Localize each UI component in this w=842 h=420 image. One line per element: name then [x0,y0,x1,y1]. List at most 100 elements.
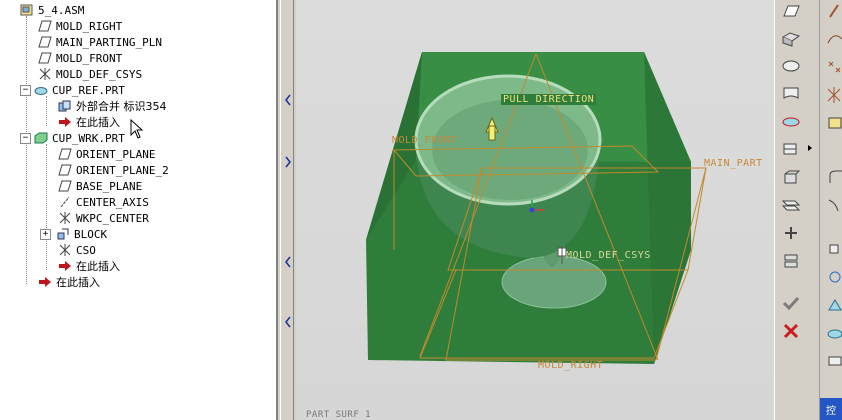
model-tree: 5_4.ASM MOLD_RIGHT MAIN_PARTING_PLN MOLD… [0,0,278,420]
tree-item-cup-ref-prt[interactable]: − CUP_REF.PRT [20,82,125,98]
csys-icon [827,87,841,103]
datum-plane-icon [58,148,72,160]
tree-item-label: CUP_WRK.PRT [52,131,125,145]
collapse-toggle-icon[interactable]: − [20,132,31,144]
skirt-surface-icon [783,87,799,99]
tree-item-label: BASE_PLANE [76,179,143,193]
expand-toggle-icon[interactable]: + [40,228,51,240]
draft-tool-button[interactable] [823,194,842,216]
cancel-button[interactable] [779,320,803,342]
mold-right-label: MOLD_RIGHT [538,360,604,371]
tree-item-label: CENTER_AXIS [76,195,149,209]
tree-item-label: ORIENT_PLANE [76,147,156,161]
coordinate-system-icon [59,244,71,256]
mold-volume-icon [784,170,801,184]
cast-button[interactable] [779,222,803,244]
fill-surface-button[interactable] [779,54,803,76]
tree-item-orient-plane[interactable]: ORIENT_PLANE [58,146,155,162]
datum-plane-icon [58,164,72,176]
tree-item-base-plane[interactable]: BASE_PLANE [58,178,142,194]
cross-icon [783,323,799,339]
collapse-toggle-icon[interactable]: − [20,84,31,96]
tree-item-label: 在此插入 [56,276,100,289]
model-scene [366,52,707,364]
tree-item-orient-plane-2[interactable]: ORIENT_PLANE_2 [58,162,169,178]
patch-tool-button[interactable] [823,350,842,372]
analysis-tool-button[interactable] [823,112,842,134]
mold-open-button[interactable] [779,250,803,272]
coordinate-system-icon [59,212,71,224]
insert-arrow-icon [39,277,51,287]
sketch-icon [829,4,839,18]
feature-tool-button[interactable] [823,294,842,316]
tree-item-root-asm[interactable]: 5_4.ASM [20,2,84,18]
splitter-arrow-left-icon[interactable] [284,94,292,106]
csys-tool-button[interactable] [823,84,842,106]
tree-item-insert-here-2[interactable]: 在此插入 [58,258,120,274]
tree-item-label: WKPC_CENTER [76,211,149,225]
hole-tool-button[interactable] [823,238,842,260]
datum-axis-icon [60,196,70,208]
shell-tool-button[interactable] [823,322,842,344]
graphics-viewport[interactable]: PULL DIRECTION MOLD_FRONT MAIN_PART MOLD… [296,0,774,420]
tree-item-external-merge[interactable]: 外部合并 标识354 [58,98,167,114]
round-tool-button[interactable] [823,166,842,188]
tree-item-cso[interactable]: CSO [58,242,96,258]
tree-item-cup-wrk-prt[interactable]: − CUP_WRK.PRT [20,130,125,146]
insert-arrow-icon [59,117,71,127]
spline-icon [827,35,842,44]
surface-icon [783,5,800,17]
shaded-surface-button[interactable] [779,28,803,50]
circle-tool-button[interactable] [823,266,842,288]
insert-arrow-icon [59,261,71,271]
mold-volume-button[interactable] [779,166,803,188]
tree-item-insert-here-3[interactable]: 在此插入 [38,274,100,290]
bottom-right-button[interactable]: 控 [820,398,842,420]
tree-item-block[interactable]: + BLOCK [40,226,107,242]
datum-plane-icon [38,36,52,48]
tree-item-wkpc-center[interactable]: WKPC_CENTER [58,210,149,226]
tree-item-label: BLOCK [74,227,108,241]
tree-item-label: 在此插入 [76,260,120,273]
point-tool-button[interactable] [823,56,842,78]
datum-plane-icon [58,180,72,192]
tree-item-label: 5_4.ASM [38,3,85,17]
main-parting-label: MAIN_PART [704,158,763,169]
tree-item-insert-here[interactable]: 在此插入 [58,114,120,130]
panel-splitter[interactable] [280,0,294,420]
parting-surface-button[interactable] [779,110,803,132]
tree-item-mold-front[interactable]: MOLD_FRONT [38,50,122,66]
tree-connector [26,16,27,284]
pull-direction-label: PULL DIRECTION [501,94,597,105]
extrude-icon [57,228,69,240]
tree-item-mold-right[interactable]: MOLD_RIGHT [38,18,122,34]
splitter-arrow-left-icon[interactable] [284,316,292,328]
analysis-icon [828,117,842,129]
skirt-surface-button[interactable] [779,82,803,104]
surface-tool-button[interactable] [779,0,803,22]
parting-surface-icon [782,117,800,127]
tree-item-label: MOLD_DEF_CSYS [56,67,143,81]
volume-split-button[interactable] [779,138,803,160]
tree-item-label: MAIN_PARTING_PLN [56,35,162,49]
confirm-button[interactable] [779,292,803,314]
tree-item-main-parting-pln[interactable]: MAIN_PARTING_PLN [38,34,162,50]
tree-item-center-axis[interactable]: CENTER_AXIS [58,194,149,210]
viewport-status-text: PART SURF 1 [306,410,372,420]
shell-icon [827,329,842,339]
cup-bowl-inner [432,100,588,200]
sketch-tool-button[interactable] [823,0,842,22]
splitter-arrow-left-icon[interactable] [284,256,292,268]
datum-plane-icon [38,20,52,32]
checkmark-icon [782,296,800,311]
flyout-arrow-icon[interactable] [807,144,813,152]
splitter-arrow-right-icon[interactable] [284,156,292,168]
assembly-icon [20,4,33,16]
spline-tool-button[interactable] [823,28,842,50]
merge-icon [58,100,71,112]
extract-button[interactable] [779,194,803,216]
tree-item-mold-def-csys[interactable]: MOLD_DEF_CSYS [38,66,142,82]
feature-icon [828,299,842,311]
shaded-surface-icon [781,32,801,47]
cast-icon [785,227,797,239]
